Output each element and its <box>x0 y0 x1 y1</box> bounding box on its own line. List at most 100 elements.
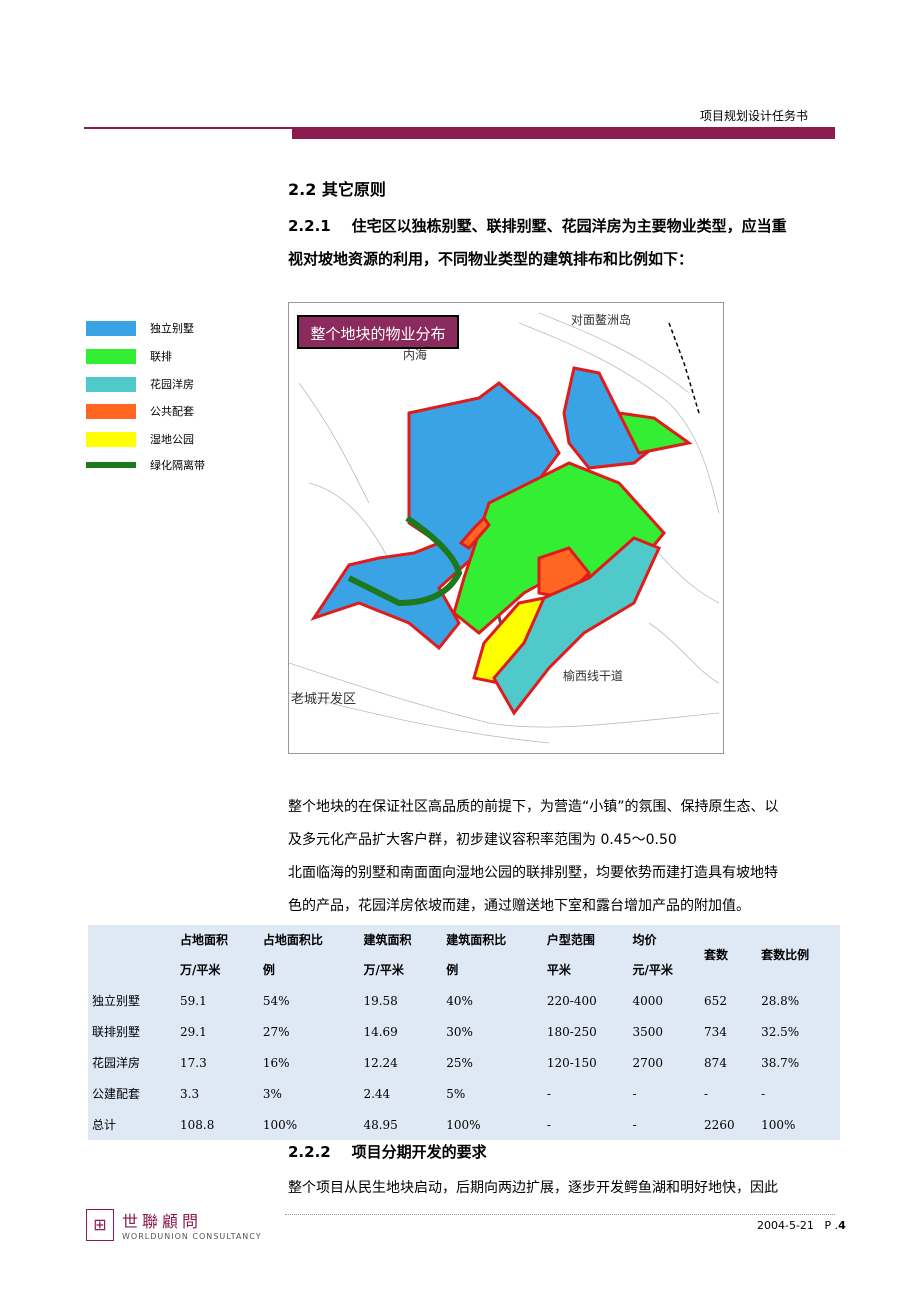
legend-item-garden-house: 花园洋房 <box>86 376 194 392</box>
table-row: 公建配套 3.3 3% 2.44 5% - - - - <box>88 1078 840 1109</box>
logo-mark-icon: ⊞ <box>86 1208 114 1241</box>
table-header-row: 占地面积 万/平米 占地面积比例 建筑面积 万/平米 建筑面积比例 户型范围 平米 均… <box>88 925 840 985</box>
subsection-title: 项目分期开发的要求 <box>351 1143 487 1161</box>
legend-label: 花园洋房 <box>150 378 194 391</box>
subsection-number: 2.2.1 <box>288 217 331 235</box>
table-header-cell: 占地面积比例 <box>262 933 323 977</box>
table-header-cell: 建筑面积比例 <box>446 933 507 977</box>
header-rule-thick <box>292 127 835 139</box>
footer-page-number: 4 <box>838 1219 846 1232</box>
table-cell: 16% <box>262 1055 290 1070</box>
table-cell: 180-250 <box>546 1024 597 1039</box>
map-title: 整个地块的物业分布 <box>297 315 459 349</box>
legend-swatch <box>86 348 136 364</box>
table-cell: 3% <box>262 1086 282 1101</box>
table-cell: 联排别墅 <box>92 1025 141 1039</box>
table-cell: 734 <box>704 1024 727 1039</box>
table-cell: 38.7% <box>761 1055 800 1070</box>
legend-swatch <box>86 403 136 419</box>
legend-swatch <box>86 376 136 392</box>
table-cell: 28.8% <box>761 993 800 1008</box>
footer-rule <box>285 1214 835 1215</box>
footer-date: 2004-5-21 <box>757 1219 814 1232</box>
table-cell: 19.58 <box>363 993 398 1008</box>
table-cell: 5% <box>446 1086 466 1101</box>
table-cell: - <box>546 1086 551 1101</box>
logo-chinese-name: 世聯顧問 <box>122 1212 203 1231</box>
paragraph-2-line1: 北面临海的别墅和南面面向湿地公园的联排别墅，均要依势而建打造具有坡地特 <box>288 865 778 881</box>
legend-item-wetland-park: 湿地公园 <box>86 431 194 447</box>
table-row: 花园洋房 17.3 16% 12.24 25% 120-150 2700 874… <box>88 1047 840 1078</box>
table-cell: 4000 <box>632 993 664 1008</box>
table-row: 联排别墅 29.1 27% 14.69 30% 180-250 3500 734… <box>88 1016 840 1047</box>
legend-label: 绿化隔离带 <box>150 459 205 472</box>
company-logo: ⊞ 世聯顧問 WORLDUNION CONSULTANCY <box>86 1208 262 1241</box>
table-cell: - <box>761 1086 766 1101</box>
table-cell: 220-400 <box>546 993 597 1008</box>
table-header-cell: 建筑面积 万/平米 <box>363 933 412 977</box>
map-drawing <box>289 312 720 744</box>
site-plan-map: 整个地块的物业分布 内海 对面鳌洲岛 老城开发区 榆西线干道 <box>288 302 724 754</box>
map-label-sea: 内海 <box>403 348 428 362</box>
legend-item-public-facility: 公共配套 <box>86 403 194 419</box>
table-cell: 652 <box>704 993 727 1008</box>
legend-item-townhouse: 联排 <box>86 348 172 364</box>
paragraph-2-line2: 色的产品，花园洋房依坡而建，通过赠送地下室和露台增加产品的附加值。 <box>288 898 750 914</box>
table-cell: - <box>704 1086 709 1101</box>
paragraph-1-line1: 整个地块的在保证社区高品质的前提下，为营造“小镇”的氛围、保持原生态、以 <box>288 799 779 815</box>
product-mix-table: 占地面积 万/平米 占地面积比例 建筑面积 万/平米 建筑面积比例 户型范围 平米 均… <box>88 925 840 1140</box>
legend-label: 公共配套 <box>150 405 194 418</box>
table-cell: 12.24 <box>363 1055 398 1070</box>
footer-page-prefix: P . <box>824 1219 839 1232</box>
legend-item-green-belt: 绿化隔离带 <box>86 457 205 473</box>
table-header-cell: 套数比例 <box>761 948 810 962</box>
legend-label: 独立别墅 <box>150 322 194 335</box>
table-cell: 2.44 <box>363 1086 391 1101</box>
subsection-2-2-1: 2.2.1 住宅区以独栋别墅、联排别墅、花园洋房为主要物业类型，应当重 视对坡地… <box>288 210 838 276</box>
subsection-2-2-2: 2.2.2 项目分期开发的要求 <box>288 1136 838 1169</box>
table-cell: 17.3 <box>180 1055 207 1070</box>
table-cell: - <box>632 1086 637 1101</box>
legend-label: 联排 <box>150 350 172 363</box>
section-heading: 2.2 其它原则 <box>288 180 386 199</box>
table-cell: 独立别墅 <box>92 994 141 1008</box>
subsection-text-line2: 视对坡地资源的利用，不同物业类型的建筑排布和比例如下： <box>288 250 694 268</box>
paragraph-3: 整个项目从民生地块启动，后期向两边扩展，逐步开发鳄鱼湖和明好地快，因此 <box>288 1180 778 1196</box>
table-cell: 120-150 <box>546 1055 597 1070</box>
legend-swatch <box>86 462 136 468</box>
legend-item-villa: 独立别墅 <box>86 320 194 336</box>
table-header-cell: 户型范围 平米 <box>546 933 595 977</box>
header-rule-thin <box>84 127 294 129</box>
paragraph-2: 北面临海的别墅和南面面向湿地公园的联排别墅，均要依势而建打造具有坡地特 色的产品… <box>288 857 838 923</box>
table-cell: 30% <box>446 1024 473 1039</box>
table-cell: 108.8 <box>180 1117 215 1132</box>
table-cell: 59.1 <box>180 993 207 1008</box>
table-cell: 29.1 <box>180 1024 207 1039</box>
footer-date-page: 2004-5-21 P .4 <box>757 1219 846 1232</box>
subsection-text-line1: 住宅区以独栋别墅、联排别墅、花园洋房为主要物业类型，应当重 <box>351 217 787 235</box>
table-cell: 3.3 <box>180 1086 200 1101</box>
map-label-island: 对面鳌洲岛 <box>571 313 632 327</box>
table-cell: 花园洋房 <box>92 1056 141 1070</box>
table-cell: 14.69 <box>363 1024 398 1039</box>
logo-english-name: WORLDUNION CONSULTANCY <box>122 1232 262 1241</box>
map-label-road: 榆西线干道 <box>563 669 624 683</box>
table-header-cell: 占地面积 万/平米 <box>180 933 229 977</box>
table-cell: 2700 <box>632 1055 664 1070</box>
map-label-old-city: 老城开发区 <box>291 692 357 707</box>
table-cell: 总计 <box>92 1118 117 1132</box>
table-cell: 874 <box>704 1055 727 1070</box>
header-title: 项目规划设计任务书 <box>700 109 809 123</box>
legend-swatch <box>86 320 136 336</box>
paragraph-1: 整个地块的在保证社区高品质的前提下，为营造“小镇”的氛围、保持原生态、以 及多元… <box>288 791 838 857</box>
table-cell: 公建配套 <box>92 1087 141 1101</box>
subsection-number: 2.2.2 <box>288 1143 331 1161</box>
paragraph-1-line2: 及多元化产品扩大客户群，初步建议容积率范围为 0.45～0.50 <box>288 832 677 848</box>
table-cell: 32.5% <box>761 1024 800 1039</box>
legend-label: 湿地公园 <box>150 433 194 446</box>
table-header-cell: 均价 元/平米 <box>632 933 673 977</box>
table-header-cell: 套数 <box>704 948 729 962</box>
table-row: 独立别墅 59.1 54% 19.58 40% 220-400 4000 652… <box>88 985 840 1016</box>
table-cell: 25% <box>446 1055 473 1070</box>
table-cell: 27% <box>262 1024 290 1039</box>
